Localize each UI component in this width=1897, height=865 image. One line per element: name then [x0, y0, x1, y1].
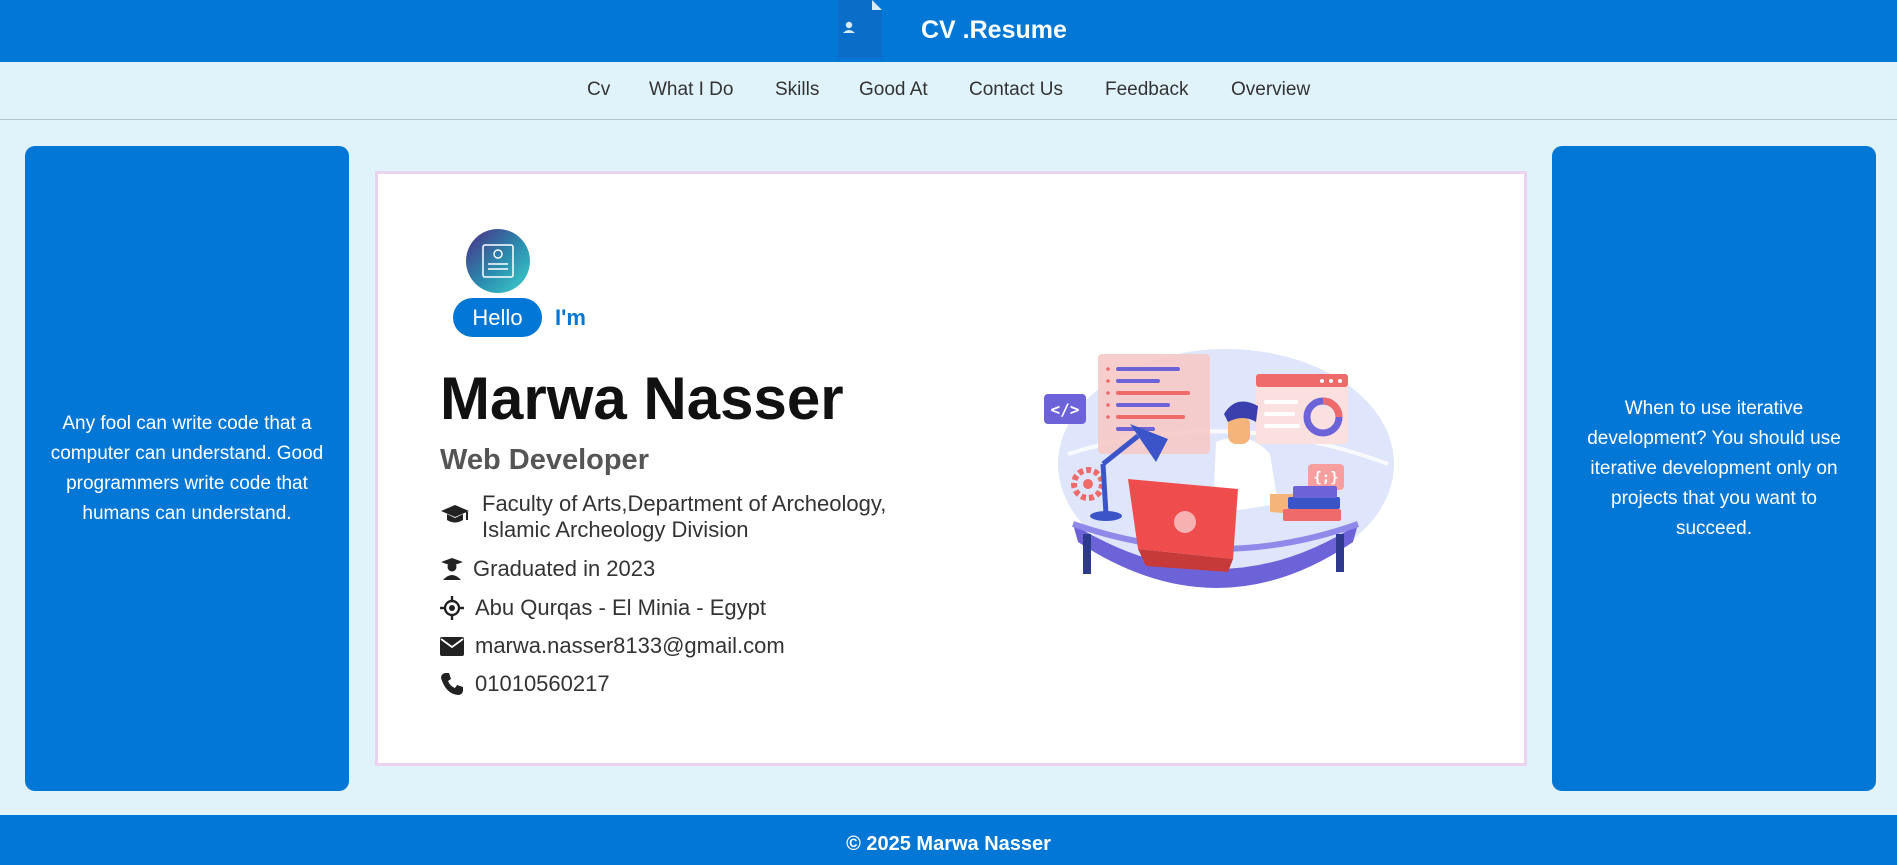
profile-id-icon: [482, 244, 514, 278]
phone-row: 01010560217: [440, 670, 840, 698]
braces-tag-icon: {;}: [1313, 470, 1338, 486]
email-row: marwa.nasser8133@gmail.com: [440, 632, 860, 660]
left-quote-text: Any fool can write code that a computer …: [50, 412, 324, 524]
hello-badge: Hello: [453, 298, 542, 337]
profile-role: Web Developer: [440, 444, 649, 476]
location-text: Abu Qurqas - El Minia - Egypt: [475, 595, 767, 620]
graduation-cap-icon: [441, 505, 469, 523]
right-quote-panel: When to use iterative development? You s…: [1552, 146, 1876, 791]
location-row: Abu Qurqas - El Minia - Egypt: [440, 594, 840, 622]
nav-item-feedback[interactable]: Feedback: [1105, 79, 1188, 101]
right-quote-text: When to use iterative development? You s…: [1587, 397, 1841, 539]
code-tag-icon: </>: [1051, 400, 1080, 419]
phone-link[interactable]: 01010560217: [475, 671, 610, 697]
resume-document-icon: [838, 0, 882, 58]
profile-name: Marwa Nasser: [440, 365, 844, 432]
nav-item-contact-us[interactable]: Contact Us: [969, 79, 1063, 101]
main-nav: Cv What I Do Skills Good At Contact Us F…: [0, 62, 1897, 120]
email-link[interactable]: marwa.nasser8133@gmail.com: [475, 633, 785, 659]
nav-item-cv[interactable]: Cv: [587, 79, 610, 101]
nav-item-good-at[interactable]: Good At: [859, 79, 928, 101]
nav-item-skills[interactable]: Skills: [775, 79, 819, 101]
graduated-row: Graduated in 2023: [440, 555, 840, 583]
profile-card: Hello I'm Marwa Nasser Web Developer Fac…: [375, 171, 1527, 766]
education-row: Faculty of Arts,Department of Archeology…: [440, 491, 960, 545]
graduate-user-icon: [441, 558, 463, 580]
location-crosshair-icon: [440, 596, 464, 620]
avatar: [466, 229, 530, 293]
footer: © 2025 Marwa Nasser: [0, 815, 1897, 865]
left-quote-panel: Any fool can write code that a computer …: [25, 146, 349, 791]
graduated-text: Graduated in 2023: [473, 556, 656, 581]
footer-copyright: © 2025 Marwa Nasser: [846, 833, 1051, 855]
top-bar: CV .Resume: [0, 0, 1897, 62]
education-line-2: Islamic Archeology Division: [482, 517, 749, 542]
education-line-1: Faculty of Arts,Department of Archeology…: [482, 491, 887, 516]
nav-item-what-i-do[interactable]: What I Do: [649, 79, 733, 101]
developer-illustration: </> {;}: [1044, 349, 1394, 588]
envelope-icon: [440, 637, 464, 656]
nav-item-overview[interactable]: Overview: [1231, 79, 1310, 101]
brand-title[interactable]: CV .Resume: [921, 16, 1067, 45]
im-label: I'm: [555, 305, 586, 330]
phone-icon: [441, 673, 463, 695]
